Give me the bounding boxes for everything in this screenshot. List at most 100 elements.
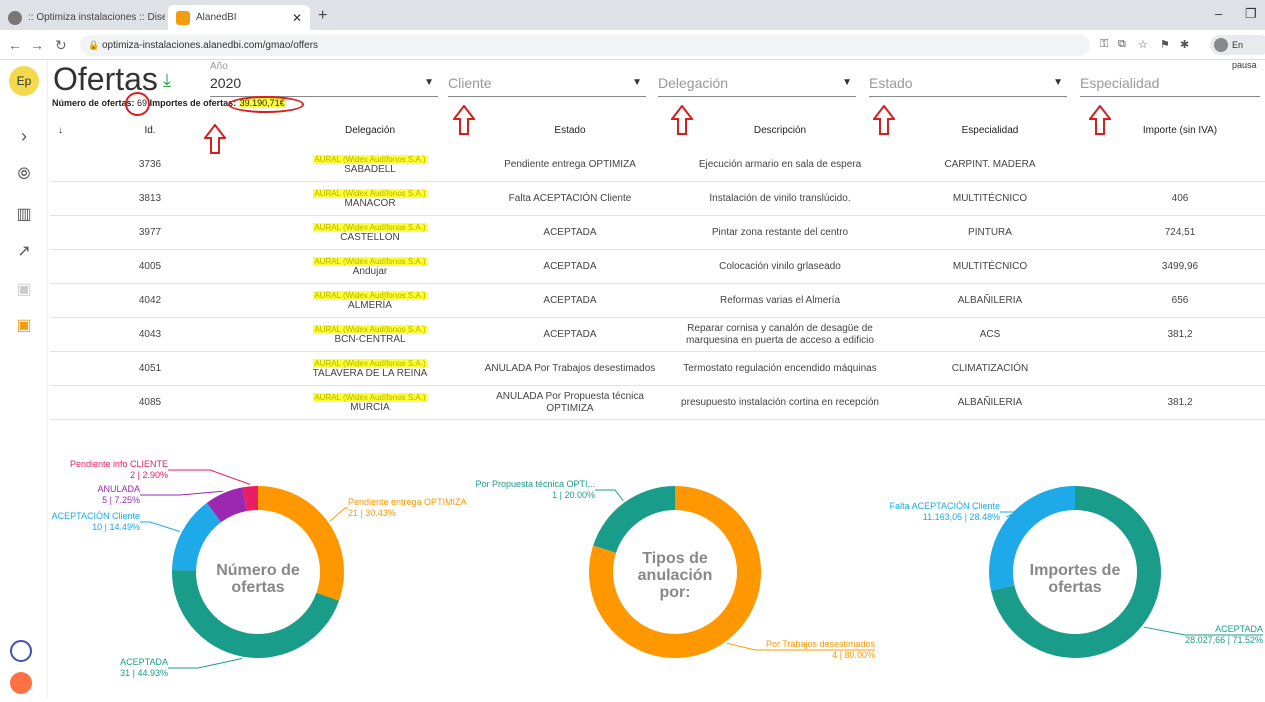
cell-especialidad: MULTITÉCNICO [952,261,1028,272]
slice-category-label: Pendiente info CLIENTE [70,459,168,469]
redacted-client-name: AURAL (Widex Audífonos S.A.) [313,154,427,164]
cell-delegacion: AURAL (Widex Audífonos S.A.) ALMERÍA [270,284,470,318]
cell-id: 4005 [138,261,162,272]
table-row[interactable]: 4005 AURAL (Widex Audífonos S.A.) Andujar A… [50,250,1265,284]
cell-especialidad: ALBAÑILERIA [957,295,1023,306]
delegacion-text: SABADELL [344,163,396,175]
cell-especialidad: CLIMATIZACIÓN [951,363,1029,374]
annotation-ring [228,96,304,113]
clipboard-active-icon[interactable]: ▣ [14,316,34,336]
table-row[interactable]: 4043 AURAL (Widex Audífonos S.A.) BCN-CENT… [50,318,1265,352]
cell-estado: ACEPTADA [543,261,597,272]
col-importe[interactable]: Importe (sin IVA) [1110,125,1250,136]
cell-importe: 406 [1171,193,1189,204]
redacted-client-name: AURAL (Widex Audífonos S.A.) [313,290,427,300]
table-row[interactable]: 3736 AURAL (Widex Audífonos S.A.) SABADELL… [50,148,1265,182]
delegacion-text: MURCIA [350,401,390,413]
cell-descripcion: Colocación vinilo grlaseado [719,261,841,272]
cell-descripcion: Pintar zona restante del centro [711,227,849,238]
browser-tab-alanedbi[interactable]: AlanedBI ✕ [168,5,310,30]
num-ofertas-label: Número de ofertas: [52,98,135,108]
col-id[interactable]: Id. [110,125,190,136]
leader-line [168,469,251,485]
table-row[interactable]: 4042 AURAL (Widex Audífonos S.A.) ALMERÍA A… [50,284,1265,318]
leader-line [329,507,348,522]
location-pin-icon[interactable]: ⦾ [14,165,34,185]
table-row[interactable]: 4085 AURAL (Widex Audífonos S.A.) MURCIA AN… [50,386,1265,420]
anio-select[interactable]: 2020 ▼ [210,75,438,97]
sort-arrow-icon[interactable]: ↓ [58,125,63,136]
donut-center-title: Número de ofertas [216,562,300,596]
donut-slice[interactable] [172,502,222,571]
anio-value: 2020 [210,75,242,91]
chart-tipos-anulacion: Por Trabajos desestimados 4 | 80.00% Por P… [455,440,885,697]
star-icon[interactable]: ☆ [1138,38,1148,51]
col-especialidad[interactable]: Especialidad [910,125,1070,136]
cell-importe: 381,2 [1167,397,1193,408]
col-estado[interactable]: Estado [480,125,660,136]
estado-select[interactable]: Estado ▼ [869,75,1067,97]
tab-title: :: Optimiza instalaciones :: Diseño [28,12,165,23]
back-icon[interactable]: ← [8,37,22,53]
minimize-icon[interactable]: – [1215,6,1222,21]
app-sidebar: Ep › ⦾ ▥ ↗ ▣ ▣ [0,60,48,697]
browser-tab-optimiza[interactable]: :: Optimiza instalaciones :: Diseño ✕ [0,5,165,30]
col-descripcion[interactable]: Descripción [670,125,890,136]
table-header: ↓ Id. Delegación Estado Descripción Espe… [50,114,1265,148]
cell-especialidad: PINTURA [968,227,1012,238]
cell-id: 4043 [138,329,162,340]
redacted-client-name: AURAL (Widex Audífonos S.A.) [313,256,427,266]
leader-line [168,658,243,669]
cell-id: 3977 [138,227,162,238]
cliente-select[interactable]: Cliente ▼ [448,75,646,97]
key-icon[interactable]: ⚿ [1100,38,1108,51]
cell-importe [1110,148,1250,182]
user-avatar[interactable]: Ep [9,66,39,96]
cell-especialidad: ALBAÑILERIA [957,397,1023,408]
slice-category-label: Por Trabajos desestimados [766,639,876,649]
cell-id: 4042 [138,295,162,306]
delegacion-text: BCN-CENTRAL [334,333,406,345]
bar-chart-icon[interactable]: ▥ [14,205,34,225]
download-icon[interactable]: ⤓ [163,70,171,91]
delegacion-text: MANACOR [344,197,396,209]
profile-pause-button[interactable]: En pausa [1210,35,1265,70]
cell-descripcion: Reparar cornisa y canalón de desagüe de … [686,323,874,346]
donut-slice[interactable] [593,486,675,553]
cell-id: 3736 [138,159,162,170]
leader-line [140,490,223,496]
puzzle-icon[interactable]: ✱ [1180,38,1189,51]
reload-icon[interactable]: ↻ [55,37,67,54]
col-delegacion[interactable]: Delegación [280,125,460,136]
slice-category-label: Pendiente entrega OPTIMIZA [348,497,467,507]
translate-icon[interactable]: ⧉ [1118,38,1126,51]
clipboard-disabled-icon: ▣ [16,281,32,298]
delegacion-select[interactable]: Delegación ▼ [658,75,856,97]
cell-id: 3813 [138,193,162,204]
forward-icon[interactable]: → [30,37,44,53]
slice-category-label: Por Propuesta técnica OPTI... [475,479,595,489]
slice-value-label: 5 | 7.25% [102,495,140,505]
cell-especialidad: ACS [979,329,1001,340]
table-row[interactable]: 3813 AURAL (Widex Audífonos S.A.) MANACOR F… [50,182,1265,216]
table-row[interactable]: 3977 AURAL (Widex Audífonos S.A.) CASTELLO… [50,216,1265,250]
slice-value-label: 28.027,66 | 71.52% [1185,635,1263,645]
cell-delegacion: AURAL (Widex Audífonos S.A.) Andujar [270,250,470,284]
cell-especialidad: MULTITÉCNICO [952,193,1028,204]
slice-value-label: 31 | 44.93% [120,668,168,678]
chevron-right-icon[interactable]: › [14,126,34,146]
chart-importes-ofertas: ACEPTADA 28.027,66 | 71.52% Falta ACEPTACI… [885,440,1265,697]
trending-chart-icon[interactable]: ↗ [14,242,34,262]
cell-estado: ANULADA Por Propuesta técnica OPTIMIZA [496,391,644,414]
slice-value-label: 10 | 14.49% [92,522,140,532]
estado-placeholder: Estado [869,75,913,91]
restore-icon[interactable]: ❐ [1245,6,1257,22]
table-row[interactable]: 4051 AURAL (Widex Audífonos S.A.) TALAVERA… [50,352,1265,386]
url-text: optimiza-instalaciones.alanedbi.com/gmao… [102,40,319,51]
optimiza-logo-icon [10,640,32,662]
close-icon[interactable]: ✕ [292,11,302,25]
url-field[interactable]: 🔒 optimiza-instalaciones.alanedbi.com/gm… [80,35,1090,56]
extension-icon[interactable]: ⚑ [1160,38,1170,51]
especialidad-select[interactable]: Especialidad [1080,75,1260,97]
new-tab-icon[interactable]: + [318,7,327,25]
